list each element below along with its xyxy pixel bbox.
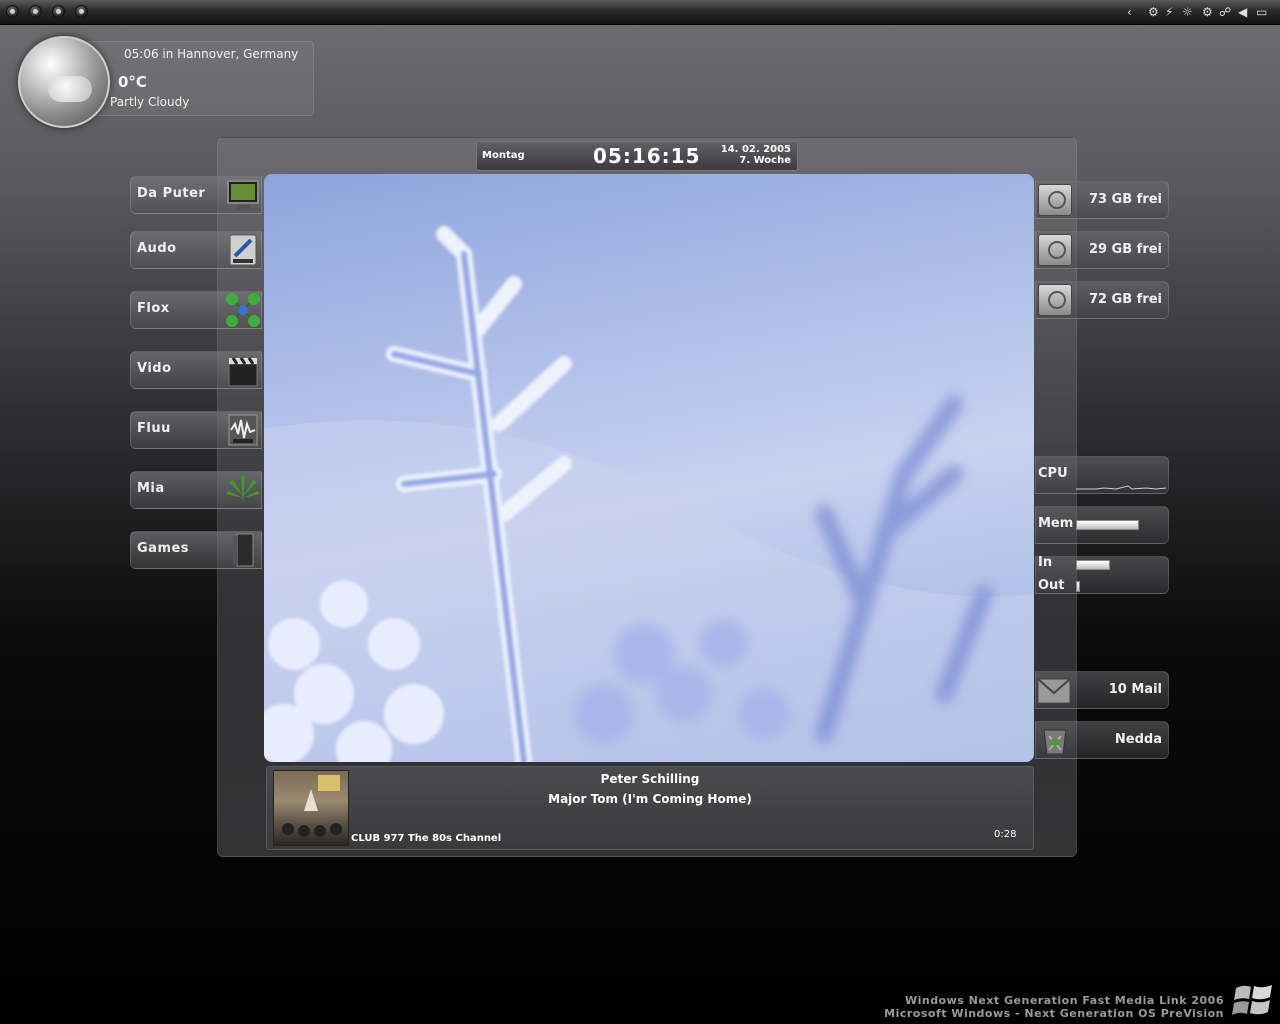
menu-item-video[interactable]: Vido xyxy=(130,351,262,389)
network-tray-icon[interactable]: ☍ xyxy=(1219,4,1231,20)
menu-item-mia[interactable]: Mia xyxy=(130,471,262,509)
drive-widget-3[interactable]: 72 GB frei xyxy=(1035,281,1169,319)
battery-icon[interactable]: ▭ xyxy=(1256,4,1267,20)
watermark-line-2: Microsoft Windows - Next Generation OS P… xyxy=(884,1007,1224,1020)
menu-item-audio[interactable]: Audo xyxy=(130,231,262,269)
lightning-icon[interactable]: ⚡ xyxy=(1165,4,1173,20)
now-playing-station: CLUB 977 The 80s Channel xyxy=(351,833,502,844)
menu-item-label: Da Puter xyxy=(137,186,206,201)
menu-item-label: Fluu xyxy=(137,421,171,436)
recycle-bin-widget[interactable]: Nedda xyxy=(1035,721,1169,759)
mail-icon xyxy=(1037,678,1071,704)
volume-icon[interactable]: ◀ xyxy=(1238,4,1247,20)
leaf-icon xyxy=(226,476,260,504)
media-pause-button[interactable] xyxy=(52,5,65,18)
network-traffic-widget[interactable]: In Out xyxy=(1035,555,1169,594)
memory-widget[interactable]: Mem xyxy=(1035,506,1169,544)
cpu-label: CPU xyxy=(1038,466,1068,481)
clock-date: 14. 02. 2005 xyxy=(720,144,791,155)
menu-item-computer[interactable]: Da Puter xyxy=(130,176,262,214)
cloud-icon xyxy=(48,76,92,102)
memory-label: Mem xyxy=(1038,516,1074,531)
cpu-graph xyxy=(1076,485,1166,490)
drive-free-space: 29 GB frei xyxy=(1088,242,1162,257)
hard-drive-icon xyxy=(1038,234,1072,266)
menu-item-label: Audo xyxy=(137,241,177,256)
menu-item-label: Games xyxy=(137,541,190,556)
sun-icon[interactable]: ☼ xyxy=(1182,4,1193,20)
recycle-bin-icon xyxy=(1043,729,1067,755)
drive-widget-1[interactable]: 73 GB frei xyxy=(1035,181,1169,219)
windows-logo-icon xyxy=(1232,985,1272,1015)
settings-icon[interactable]: ⚙ xyxy=(1202,4,1213,20)
now-playing-artist: Peter Schilling xyxy=(600,772,700,786)
weather-temperature: 0°C xyxy=(118,73,147,91)
clock-bar: Montag 05:16:15 14. 02. 2005 7. Woche xyxy=(476,141,798,171)
media-play-button[interactable] xyxy=(29,5,42,18)
wav-icon xyxy=(228,414,258,446)
clock-day: Montag xyxy=(482,150,525,161)
mp3-icon xyxy=(229,234,257,266)
network-out-label: Out xyxy=(1038,578,1065,593)
video-clapper-icon xyxy=(228,357,258,387)
hard-drive-icon xyxy=(1038,284,1072,316)
menu-item-games[interactable]: Games xyxy=(130,531,262,569)
games-icon xyxy=(233,533,254,567)
menu-item-network[interactable]: Flox xyxy=(130,291,262,329)
monitor-icon xyxy=(227,180,259,210)
clock-time: 05:16:15 xyxy=(593,144,701,168)
hard-drive-icon xyxy=(1038,184,1072,216)
weather-location-time: 05:06 in Hannover, Germany xyxy=(124,47,299,61)
drive-widget-2[interactable]: 29 GB frei xyxy=(1035,231,1169,269)
now-playing-elapsed: 0:28 xyxy=(994,829,1017,840)
cpu-widget[interactable]: CPU xyxy=(1035,456,1169,494)
mail-widget[interactable]: 10 Mail xyxy=(1035,671,1169,709)
wallpaper-image xyxy=(264,174,1034,762)
network-icon xyxy=(226,293,260,327)
memory-bar xyxy=(1076,520,1139,530)
gear-icon[interactable]: ⚙ xyxy=(1148,4,1159,20)
watermark-line-1: Windows Next Generation Fast Media Link … xyxy=(904,994,1224,1007)
drive-free-space: 72 GB frei xyxy=(1088,292,1162,307)
clock-week: 7. Woche xyxy=(739,155,791,166)
menu-item-label: Mia xyxy=(137,481,165,496)
media-next-button[interactable] xyxy=(75,5,88,18)
menu-item-wav[interactable]: Fluu xyxy=(130,411,262,449)
recycle-bin-label: Nedda xyxy=(1114,732,1162,747)
menu-item-label: Vido xyxy=(137,361,172,376)
network-in-bar xyxy=(1076,560,1110,570)
menu-item-label: Flox xyxy=(137,301,170,316)
top-bar: ‹ ⚙ ⚡ ☼ ⚙ ☍ ◀ ▭ xyxy=(0,0,1280,25)
drive-free-space: 73 GB frei xyxy=(1088,192,1162,207)
media-prev-button[interactable] xyxy=(6,5,19,18)
snowflake-wallpaper xyxy=(264,226,1034,762)
mail-count: 10 Mail xyxy=(1108,682,1162,697)
weather-condition: Partly Cloudy xyxy=(110,95,190,109)
chevron-left-icon[interactable]: ‹ xyxy=(1127,4,1132,20)
network-in-label: In xyxy=(1038,555,1053,570)
network-out-bar xyxy=(1076,581,1080,592)
now-playing-title: Major Tom (I'm Coming Home) xyxy=(548,792,752,806)
